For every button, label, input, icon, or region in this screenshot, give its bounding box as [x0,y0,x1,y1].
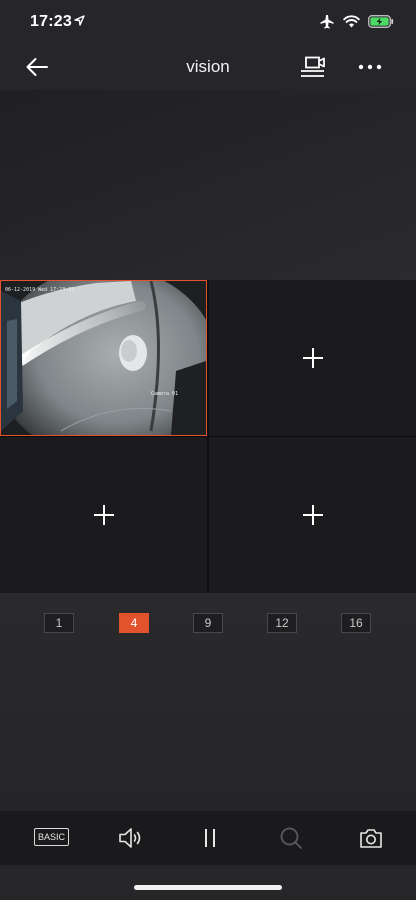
device-list-icon [301,56,325,77]
plus-icon [302,348,323,368]
video-cell-1[interactable]: 06-12-2019 Wed 17:23:31 Camera 01 [0,280,207,436]
split-option-9[interactable]: 9 [193,613,223,633]
video-cell-2[interactable] [209,280,416,436]
device-list-button[interactable] [298,54,328,80]
basic-stream-button[interactable]: BASIC [34,828,70,846]
camera-name-label: Camera 01 [151,391,179,397]
search-icon [280,827,302,849]
camera-timestamp: 06-12-2019 Wed 17:23:31 [5,287,75,293]
snapshot-button[interactable] [358,824,384,852]
split-selector: 1 4 9 12 16 [0,613,416,635]
snapshot-camera-icon [360,829,382,848]
battery-charging-icon [368,15,394,28]
video-grid: 06-12-2019 Wed 17:23:31 Camera 01 [0,280,416,593]
home-area [0,865,416,900]
status-time: 17:23 [30,13,72,30]
airplane-icon [320,14,334,29]
video-cell-3[interactable] [0,437,207,593]
status-icons [319,14,394,29]
back-button[interactable] [22,54,52,80]
split-option-1[interactable]: 1 [44,613,74,633]
pause-button[interactable] [200,824,220,852]
search-button[interactable] [278,824,304,852]
wifi-icon [343,15,360,28]
home-indicator[interactable] [134,885,282,890]
camera-feed-image [1,281,206,435]
audio-button[interactable] [117,824,145,852]
video-cell-4[interactable] [209,437,416,593]
status-bar: 17:23 [0,0,416,44]
speaker-icon [119,828,141,848]
pause-icon [205,829,215,847]
navigation-bar: vision [0,44,416,90]
split-option-4[interactable]: 4 [119,613,149,633]
more-button[interactable] [354,54,386,80]
location-arrow-icon [74,15,85,26]
split-option-12[interactable]: 12 [267,613,297,633]
back-arrow-icon [26,58,48,76]
plus-icon [302,505,323,525]
bottom-toolbar: BASIC [0,811,416,865]
more-icon [358,64,382,70]
lower-background: 1 4 9 12 16 [0,593,416,811]
split-option-16[interactable]: 16 [341,613,371,633]
plus-icon [93,505,114,525]
upper-background [0,90,416,280]
